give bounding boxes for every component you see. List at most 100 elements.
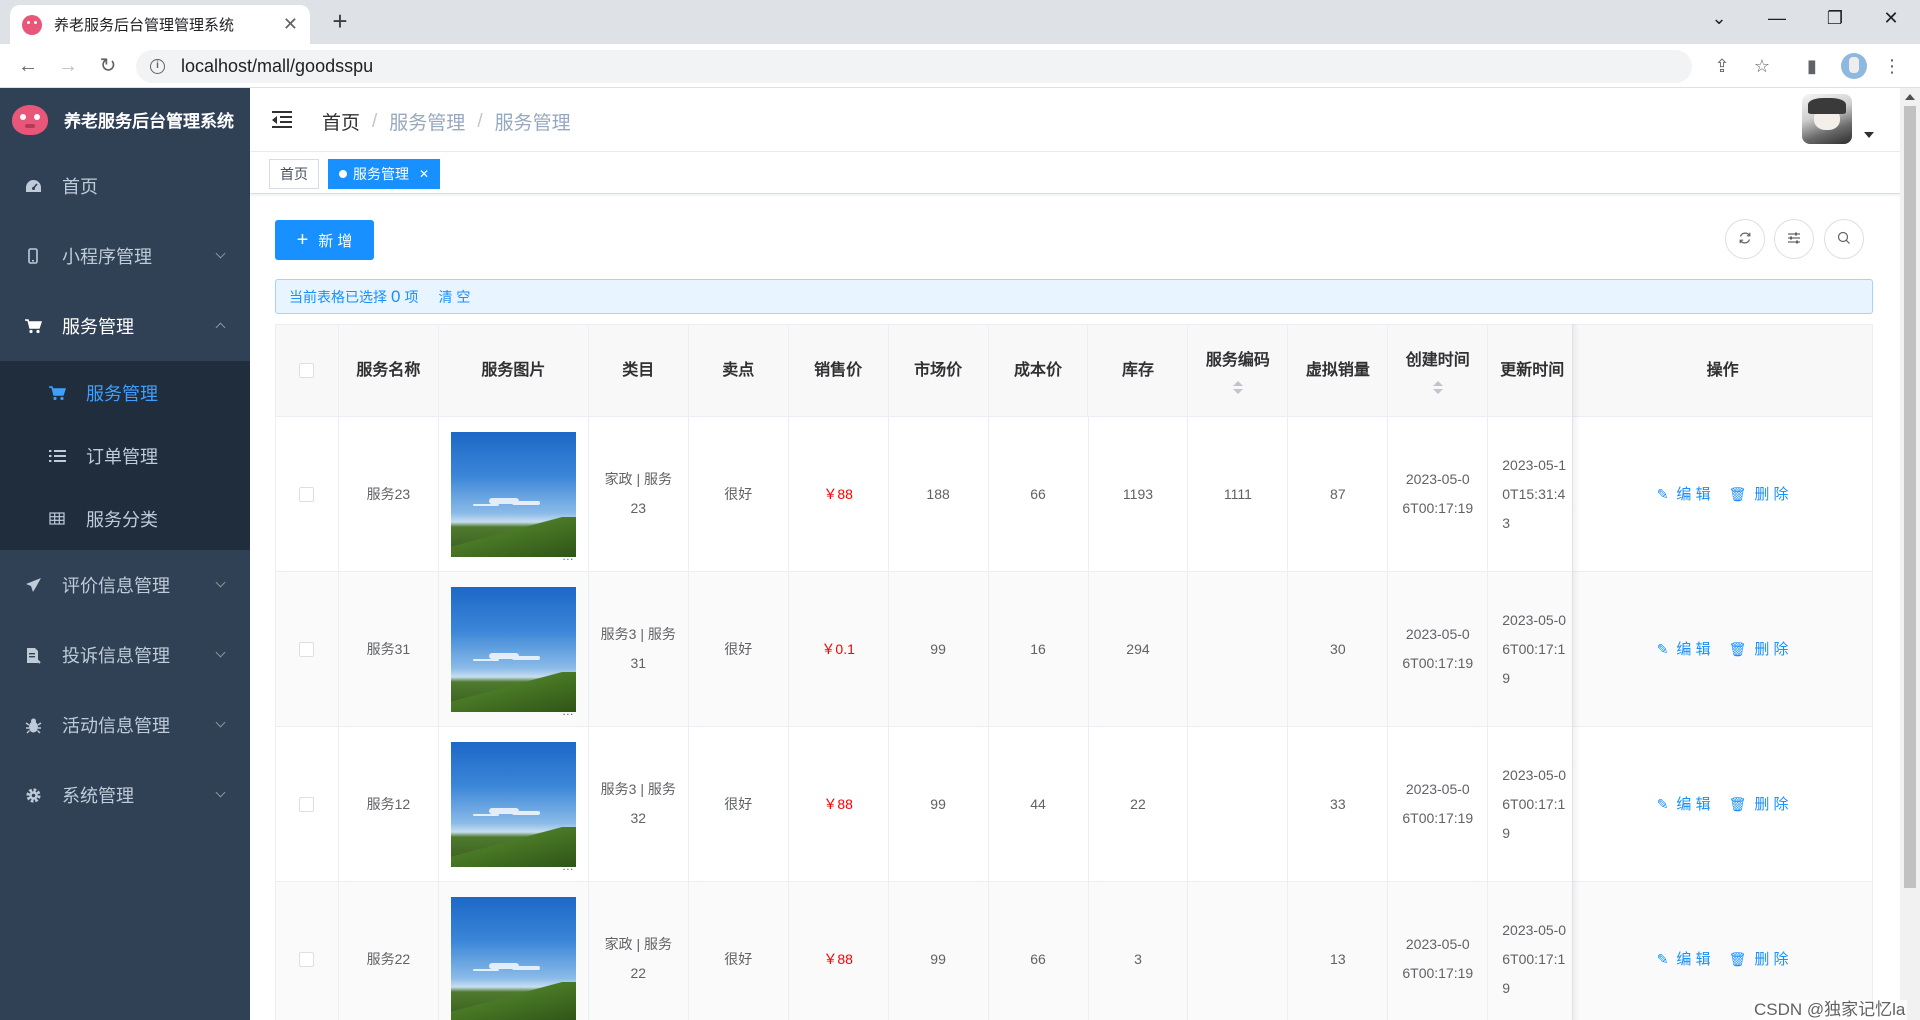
sidebar-item-label: 小程序管理 (62, 247, 152, 267)
breadcrumb: 首页 / 服务管理 / 服务管理 (322, 108, 571, 135)
service-image[interactable]: … (450, 431, 576, 562)
columns-setting-button[interactable] (1774, 219, 1814, 259)
edit-link[interactable]: ✎ 编 辑 (1657, 945, 1711, 974)
service-submenu: 服务管理 订单管理 服务分类 (0, 361, 250, 550)
profile-avatar[interactable] (1841, 53, 1867, 79)
select-all-checkbox[interactable] (299, 363, 315, 378)
side-panel-icon[interactable]: ▮ (1800, 54, 1824, 78)
info-icon[interactable]: i (150, 59, 165, 74)
add-button[interactable]: + 新 增 (275, 220, 374, 260)
sidebar-subitem-categories[interactable]: 服务分类 (0, 487, 250, 550)
col-header: 类目 (588, 325, 689, 417)
close-window-button[interactable]: ✕ (1862, 0, 1920, 36)
user-avatar[interactable] (1802, 94, 1852, 144)
refresh-button[interactable] (1725, 219, 1765, 259)
sidebar-subitem-service-manage[interactable]: 服务管理 (0, 361, 250, 424)
sidebar-subitem-label: 服务管理 (86, 383, 158, 404)
service-image[interactable]: … (450, 741, 576, 872)
cart-icon (48, 384, 66, 402)
delete-link[interactable]: 🗑 删 除 (1729, 635, 1789, 664)
cell-sale-price: ￥0.1 (788, 572, 889, 727)
tab-search-icon[interactable]: ⌄ (1690, 0, 1748, 36)
chevron-down-icon (215, 248, 226, 259)
delete-link[interactable]: 🗑 删 除 (1729, 790, 1789, 819)
cell-market-price: 99 (888, 727, 989, 882)
sidebar-logo[interactable]: 养老服务后台管理系统 (0, 88, 250, 151)
restore-button[interactable]: ❐ (1806, 0, 1864, 36)
row-checkbox[interactable] (299, 951, 315, 967)
tag-home[interactable]: 首页 (269, 159, 319, 189)
edit-link[interactable]: ✎ 编 辑 (1657, 790, 1711, 819)
col-header: 虚拟销量 (1288, 325, 1389, 417)
col-header-created[interactable]: 创建时间 (1388, 325, 1489, 417)
browser-tab[interactable]: 养老服务后台管理管理系统 ✕ (10, 5, 310, 44)
row-checkbox[interactable] (299, 486, 315, 502)
close-tab-icon[interactable]: ✕ (283, 14, 298, 35)
delete-link[interactable]: 🗑 删 除 (1729, 945, 1789, 974)
row-checkbox[interactable] (299, 641, 315, 657)
bookmark-star-icon[interactable]: ☆ (1750, 54, 1774, 78)
address-bar[interactable]: i localhost/mall/goodsspu (136, 50, 1692, 83)
sidebar-item-label: 投诉信息管理 (62, 646, 170, 666)
cell-image[interactable]: … (438, 417, 589, 572)
sidebar-item-system[interactable]: 系统管理 (0, 760, 250, 830)
reload-icon[interactable]: ↻ (94, 52, 122, 80)
cell-selling-point: 很好 (688, 417, 789, 572)
cell-image[interactable]: … (438, 882, 589, 1020)
back-icon[interactable]: ← (14, 52, 42, 80)
col-header-code[interactable]: 服务编码 (1188, 325, 1289, 417)
search-toggle-button[interactable] (1824, 219, 1864, 259)
scrollbar-thumb[interactable] (1904, 106, 1916, 888)
sidebar-item-service[interactable]: 服务管理 (0, 291, 250, 361)
cell-image[interactable]: … (438, 572, 589, 727)
trash-icon: 🗑 (1728, 795, 1747, 812)
cell-name: 服务22 (338, 882, 439, 1020)
caret-down-icon[interactable] (1864, 132, 1874, 138)
row-checkbox[interactable] (299, 796, 315, 812)
sliders-icon (1787, 231, 1801, 248)
sidebar-item-reviews[interactable]: 评价信息管理 (0, 550, 250, 620)
mobile-icon (24, 247, 42, 265)
cell-image[interactable]: … (438, 727, 589, 882)
share-icon[interactable]: ⇪ (1710, 54, 1734, 78)
page-scrollbar[interactable] (1900, 88, 1920, 1020)
sidebar-item-home[interactable]: 首页 (0, 151, 250, 221)
header: 首页 / 服务管理 / 服务管理 (250, 88, 1900, 152)
edit-link[interactable]: ✎ 编 辑 (1657, 480, 1711, 509)
col-header: 更新时间 (1488, 325, 1574, 417)
clear-selection-link[interactable]: 清 空 (438, 287, 470, 307)
dashboard-icon (24, 177, 42, 195)
url-text: localhost/mall/goodsspu (181, 56, 374, 76)
more-menu-icon[interactable]: ⋮ (1880, 54, 1904, 78)
minimize-button[interactable]: — (1748, 0, 1806, 36)
service-image[interactable]: … (450, 896, 576, 1020)
edit-link[interactable]: ✎ 编 辑 (1657, 635, 1711, 664)
cell-sale-price: ￥88 (788, 417, 889, 572)
edit-icon: ✎ (1656, 795, 1669, 812)
service-image[interactable]: … (450, 586, 576, 717)
sidebar-item-label: 系统管理 (62, 786, 134, 806)
delete-link[interactable]: 🗑 删 除 (1729, 480, 1789, 509)
col-header: 成本价 (988, 325, 1089, 417)
forward-icon[interactable]: → (54, 52, 82, 80)
sidebar-item-miniprogram[interactable]: 小程序管理 (0, 221, 250, 291)
tag-service-manage[interactable]: 服务管理 ✕ (328, 159, 441, 189)
sidebar-item-activities[interactable]: 活动信息管理 (0, 690, 250, 760)
sidebar-subitem-orders[interactable]: 订单管理 (0, 424, 250, 487)
menu-fold-icon[interactable] (272, 111, 292, 129)
breadcrumb-home[interactable]: 首页 (322, 108, 360, 135)
favicon-icon (22, 14, 42, 35)
sidebar: 养老服务后台管理系统 首页 小程序管理 服务管理 服务管理 订单管理 服务分类 … (0, 88, 250, 1020)
table-icon (48, 510, 66, 528)
cell-created: 2023-05-06T00:17:19 (1388, 727, 1489, 882)
cell-code (1188, 882, 1289, 1020)
chevron-down-icon (215, 647, 226, 658)
sidebar-item-complaints[interactable]: 投诉信息管理 (0, 620, 250, 690)
close-icon[interactable]: ✕ (419, 160, 429, 188)
new-tab-button[interactable]: + (326, 8, 354, 36)
edit-icon: ✎ (1656, 640, 1669, 657)
sidebar-item-label: 评价信息管理 (62, 576, 170, 596)
scroll-up-icon[interactable] (1905, 94, 1915, 100)
cell-updated: 2023-05-06T00:17:19 (1488, 882, 1574, 1020)
header-select-all[interactable] (276, 325, 339, 417)
